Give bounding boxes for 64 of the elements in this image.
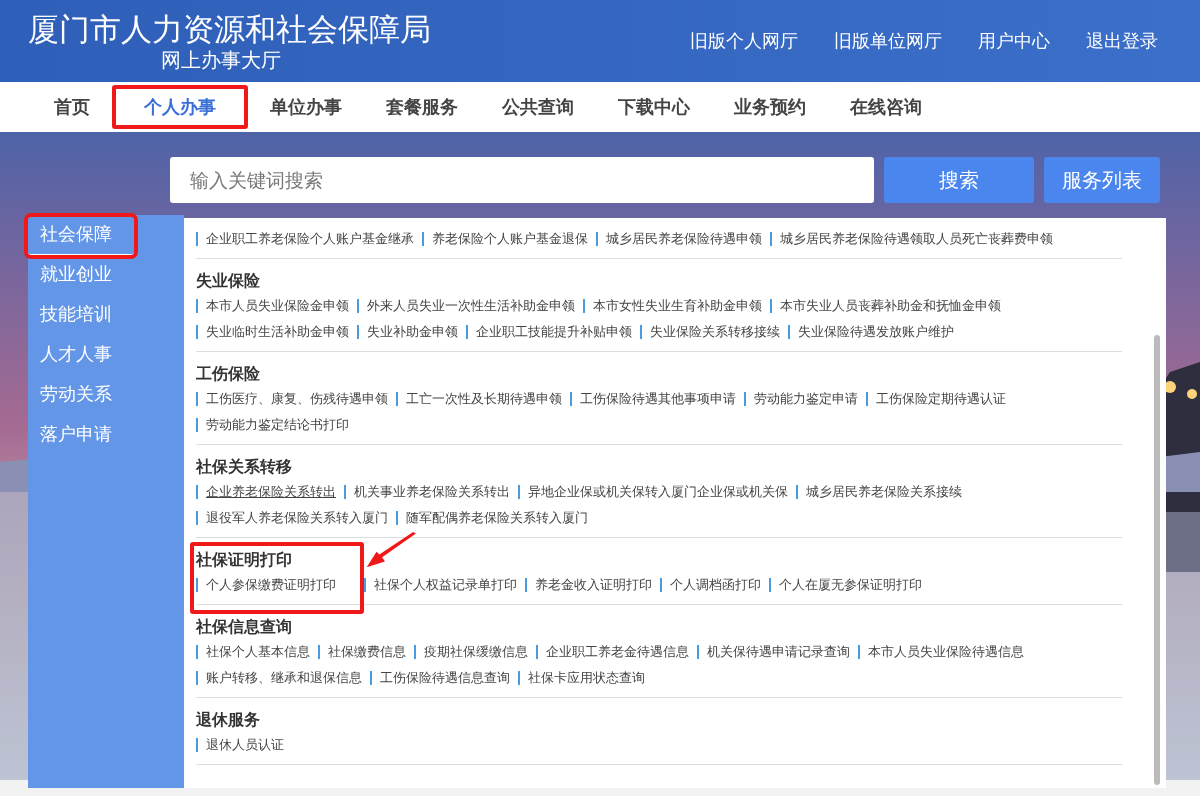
service-link[interactable]: 企业养老保险关系转出 <box>196 485 344 499</box>
nav-tab[interactable]: 套餐服务 <box>364 85 480 129</box>
nav-tab[interactable]: 首页 <box>32 85 112 129</box>
service-link[interactable]: 账户转移、继承和退保信息 <box>196 671 370 685</box>
service-link[interactable]: 社保个人权益记录单打印 <box>364 578 525 592</box>
service-link[interactable]: 社保缴费信息 <box>318 645 414 659</box>
section-title: 社保关系转移 <box>196 456 292 478</box>
header-link[interactable]: 旧版单位网厅 <box>834 29 942 53</box>
service-link[interactable]: 企业职工技能提升补贴申领 <box>466 325 640 339</box>
service-link[interactable]: 失业保险待遇发放账户维护 <box>788 325 962 339</box>
service-link[interactable]: 企业职工养老保险个人账户基金继承 <box>196 232 422 246</box>
service-link[interactable]: 随军配偶养老保险关系转入厦门 <box>396 511 596 525</box>
service-link[interactable]: 异地企业保或机关保转入厦门企业保或机关保 <box>518 485 796 499</box>
service-link[interactable]: 企业职工养老金待遇信息 <box>536 645 697 659</box>
service-link[interactable]: 个人在厦无参保证明打印 <box>769 578 930 592</box>
nav-tab[interactable]: 单位办事 <box>248 85 364 129</box>
service-link[interactable]: 外来人员失业一次性生活补助金申领 <box>357 299 583 313</box>
nav-tab[interactable]: 公共查询 <box>480 85 596 129</box>
service-link[interactable]: 疫期社保缓缴信息 <box>414 645 536 659</box>
service-link[interactable]: 失业补助金申领 <box>357 325 466 339</box>
service-link[interactable]: 工伤保险待遇其他事项申请 <box>570 392 744 406</box>
service-link[interactable]: 失业保险关系转移接续 <box>640 325 788 339</box>
search-field[interactable]: 输入关键词搜索 <box>170 157 874 203</box>
service-link[interactable]: 本市女性失业生育补助金申领 <box>583 299 770 313</box>
service-link[interactable]: 机关保待遇申请记录查询 <box>697 645 858 659</box>
service-link[interactable]: 工伤保险待遇信息查询 <box>370 671 518 685</box>
nav-tab[interactable]: 在线咨询 <box>828 85 944 129</box>
header-link[interactable]: 旧版个人网厅 <box>690 29 798 53</box>
service-link[interactable]: 城乡居民养老保险待遇申领 <box>596 232 770 246</box>
search-button[interactable]: 搜索 <box>884 157 1034 203</box>
service-link[interactable]: 工伤保险定期待遇认证 <box>866 392 1014 406</box>
service-list-button[interactable]: 服务列表 <box>1044 157 1160 203</box>
service-link[interactable]: 本市失业人员丧葬补助金和抚恤金申领 <box>770 299 1009 313</box>
service-link[interactable]: 本市人员失业保险待遇信息 <box>858 645 1032 659</box>
service-link[interactable]: 社保卡应用状态查询 <box>518 671 653 685</box>
service-link[interactable]: 城乡居民养老保险关系接续 <box>796 485 970 499</box>
scrollbar-thumb[interactable] <box>1154 335 1160 785</box>
nav-tab[interactable]: 业务预约 <box>712 85 828 129</box>
header-link[interactable]: 退出登录 <box>1086 29 1158 53</box>
section-title: 失业保险 <box>196 270 260 292</box>
site-subtitle: 网上办事大厅 <box>161 48 281 72</box>
section-title: 退休服务 <box>196 709 260 731</box>
service-link[interactable]: 养老金收入证明打印 <box>525 578 660 592</box>
service-link[interactable]: 机关事业养老保险关系转出 <box>344 485 518 499</box>
service-link[interactable]: 退役军人养老保险关系转入厦门 <box>196 511 396 525</box>
nav-tab[interactable]: 下载中心 <box>596 85 712 129</box>
service-link[interactable]: 养老保险个人账户基金退保 <box>422 232 596 246</box>
section-title: 工伤保险 <box>196 363 260 385</box>
service-link[interactable]: 工伤医疗、康复、伤残待遇申领 <box>196 392 396 406</box>
service-link[interactable]: 劳动能力鉴定申请 <box>744 392 866 406</box>
nav-tab[interactable]: 个人办事 <box>112 85 248 129</box>
service-link[interactable]: 退休人员认证 <box>196 738 292 752</box>
section-title: 社保证明打印 <box>196 549 292 571</box>
service-link[interactable]: 社保个人基本信息 <box>196 645 318 659</box>
service-link[interactable]: 本市人员失业保险金申领 <box>196 299 357 313</box>
service-link[interactable]: 城乡居民养老保险待遇领取人员死亡丧葬费申领 <box>770 232 1061 246</box>
service-link[interactable]: 工亡一次性及长期待遇申领 <box>396 392 570 406</box>
service-link[interactable]: 失业临时生活补助金申领 <box>196 325 357 339</box>
service-link[interactable]: 个人调档函打印 <box>660 578 769 592</box>
service-link[interactable]: 劳动能力鉴定结论书打印 <box>196 418 357 432</box>
service-link[interactable]: 个人参保缴费证明打印 <box>196 578 344 592</box>
site-title: 厦门市人力资源和社会保障局 <box>28 10 431 48</box>
header-link[interactable]: 用户中心 <box>978 29 1050 53</box>
section-title: 社保信息查询 <box>196 616 292 638</box>
